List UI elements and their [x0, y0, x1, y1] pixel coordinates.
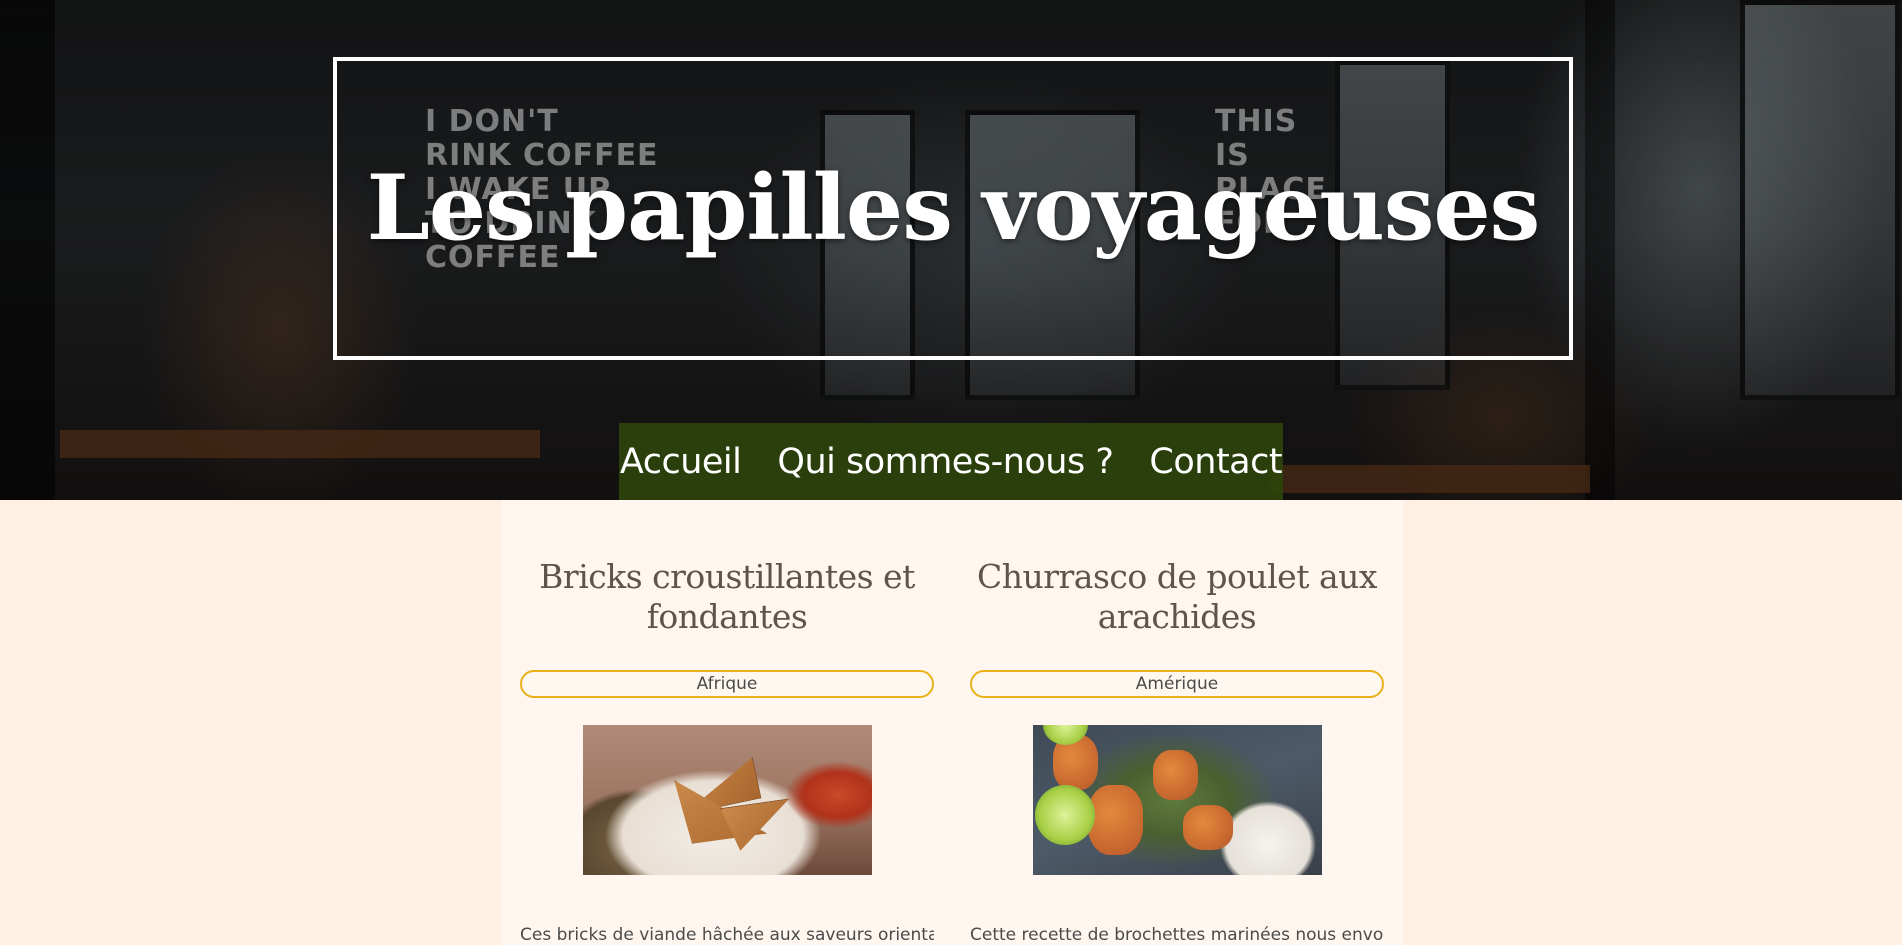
lime-slice — [1034, 785, 1095, 845]
chicken-piece — [1182, 805, 1233, 850]
recipe-excerpt: Ces bricks de viande hâchée aux saveurs … — [520, 925, 934, 945]
recipe-card[interactable]: Bricks croustillantes et fondantes Afriq… — [520, 500, 934, 945]
hero-counter — [60, 430, 540, 458]
nav-link-about[interactable]: Qui sommes-nous ? — [777, 442, 1114, 482]
region-tag[interactable]: Afrique — [520, 670, 934, 698]
recipe-image[interactable] — [1032, 725, 1322, 875]
hero-pillar — [0, 0, 55, 500]
recipe-excerpt: Cette recette de brochettes marinées nou… — [970, 925, 1384, 945]
hero-counter — [1270, 465, 1590, 493]
region-tag[interactable]: Amérique — [970, 670, 1384, 698]
site-title: Les papilles voyageuses — [366, 154, 1541, 261]
nav-link-home[interactable]: Accueil — [620, 442, 742, 482]
recipe-title[interactable]: Bricks croustillantes et fondantes — [520, 557, 934, 637]
nav-link-contact[interactable]: Contact — [1149, 442, 1282, 482]
main-nav: Accueil Qui sommes-nous ? Contact — [619, 423, 1283, 500]
recipe-card[interactable]: Churrasco de poulet aux arachides Amériq… — [970, 500, 1384, 945]
recipe-image[interactable] — [582, 725, 872, 875]
recipe-title[interactable]: Churrasco de poulet aux arachides — [970, 557, 1384, 637]
hero-window — [1740, 0, 1900, 400]
recipe-list: Bricks croustillantes et fondantes Afriq… — [502, 500, 1403, 945]
hero-pillar — [1585, 0, 1615, 500]
title-frame: Les papilles voyageuses — [333, 57, 1573, 360]
chicken-piece — [1087, 785, 1143, 855]
chicken-piece — [1152, 750, 1198, 800]
hero-banner: I DON'T RINK COFFEE I WAKE UP TO DRINK C… — [0, 0, 1902, 500]
brick-shape — [720, 798, 796, 852]
